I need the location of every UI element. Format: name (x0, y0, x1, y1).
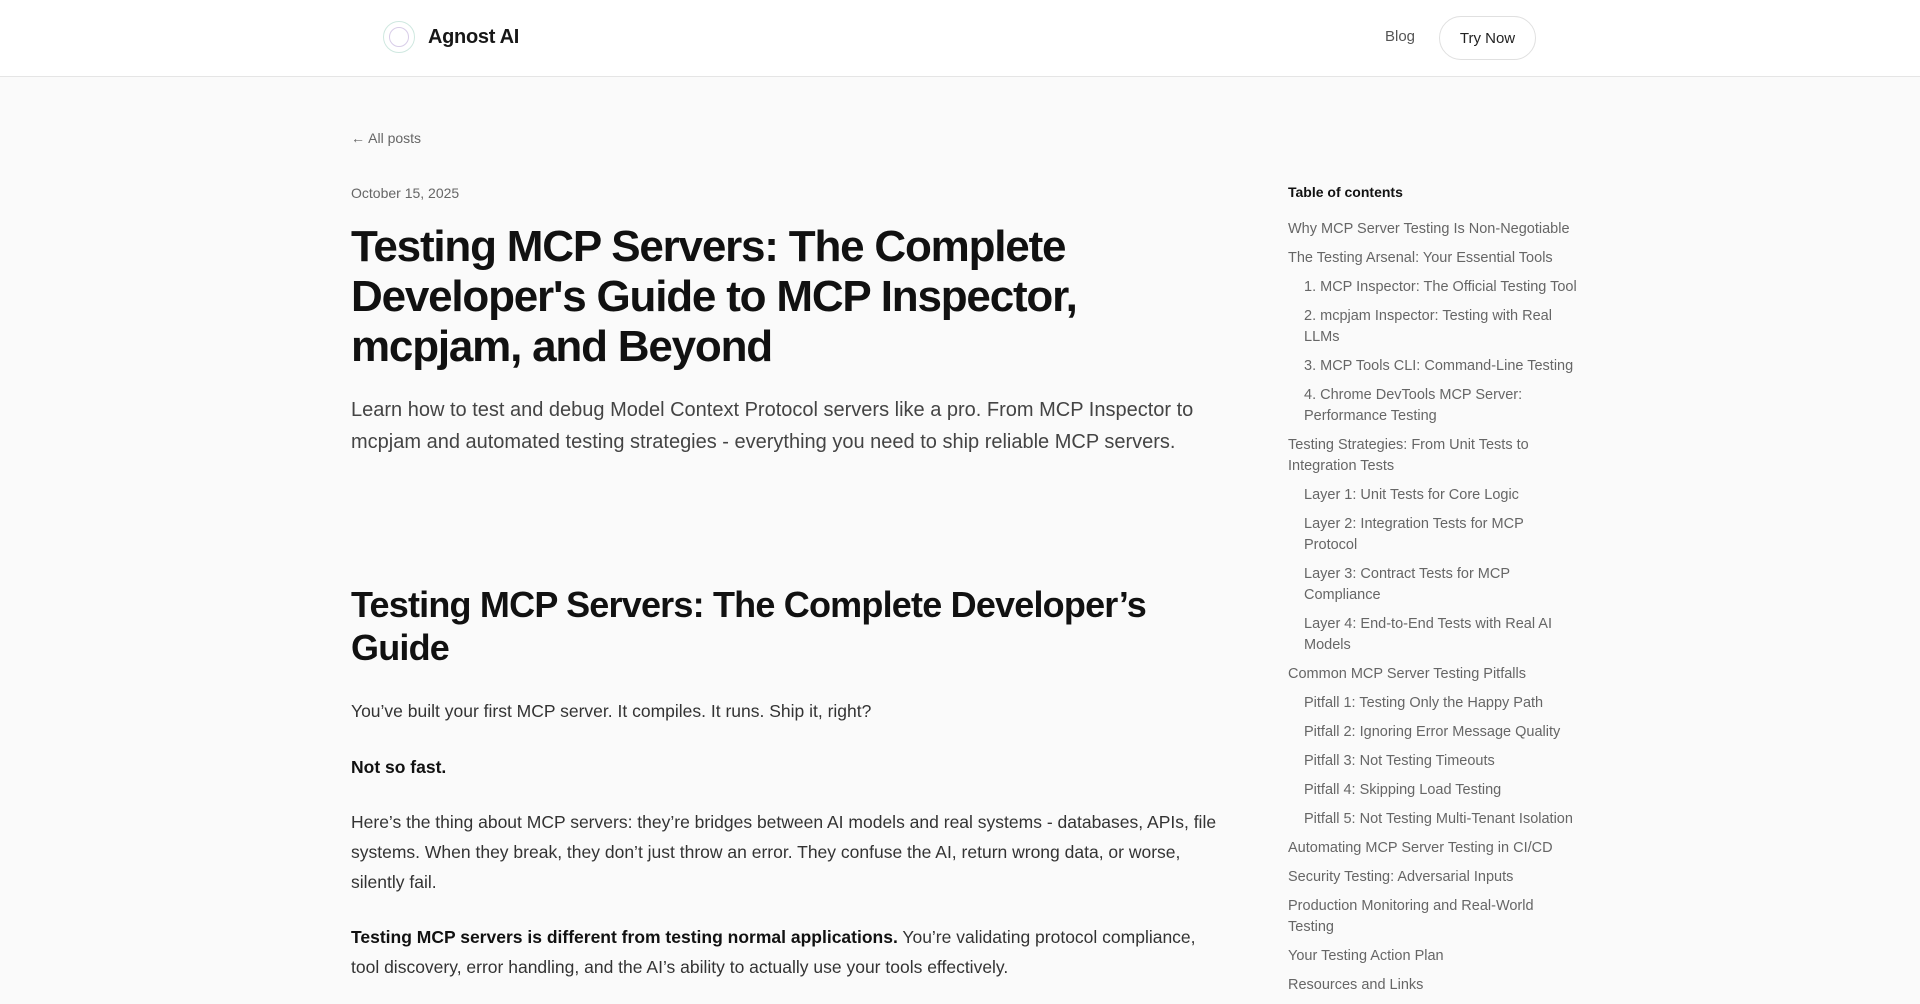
toc-item[interactable]: Pitfall 2: Ignoring Error Message Qualit… (1288, 722, 1578, 743)
toc-item[interactable]: Production Monitoring and Real-World Tes… (1288, 896, 1578, 938)
toc-item[interactable]: Layer 2: Integration Tests for MCP Proto… (1288, 514, 1578, 556)
post-title: Testing MCP Servers: The Complete Develo… (351, 222, 1078, 371)
toc-item[interactable]: Pitfall 1: Testing Only the Happy Path (1288, 693, 1578, 714)
toc-item[interactable]: Pitfall 3: Not Testing Timeouts (1288, 751, 1578, 772)
site-header: Agnost AI Blog Try Now (0, 0, 1920, 77)
toc-item[interactable]: 4. Chrome DevTools MCP Server: Performan… (1288, 385, 1578, 427)
toc-item[interactable]: Automating MCP Server Testing in CI/CD (1288, 838, 1578, 859)
toc-item[interactable]: Layer 1: Unit Tests for Core Logic (1288, 485, 1578, 506)
toc-item[interactable]: Security Testing: Adversarial Inputs (1288, 867, 1578, 888)
post-subtitle: Learn how to test and debug Model Contex… (351, 399, 1194, 453)
brand-name[interactable]: Agnost AI (428, 26, 519, 49)
toc-item[interactable]: Pitfall 4: Skipping Load Testing (1288, 780, 1578, 801)
toc-item[interactable]: 2. mcpjam Inspector: Testing with Real L… (1288, 306, 1578, 348)
toc-item[interactable]: Pitfall 5: Not Testing Multi-Tenant Isol… (1288, 809, 1578, 830)
section-heading: Testing MCP Servers: The Complete Develo… (351, 584, 1147, 668)
table-of-contents: Table of contents Why MCP Server Testing… (1288, 184, 1578, 1004)
toc-item[interactable]: Your Testing Action Plan (1288, 946, 1578, 967)
paragraph: You’ve built your first MCP server. It c… (351, 701, 872, 721)
toc-item[interactable]: Layer 4: End-to-End Tests with Real AI M… (1288, 614, 1578, 656)
paragraph: Testing MCP servers is different from te… (351, 922, 1221, 982)
toc-item[interactable]: The Testing Arsenal: Your Essential Tool… (1288, 248, 1578, 269)
paragraph: Not so fast. (351, 752, 1221, 782)
toc-item[interactable]: Common MCP Server Testing Pitfalls (1288, 664, 1578, 685)
logo-icon[interactable] (383, 21, 415, 53)
toc-item[interactable]: Testing Strategies: From Unit Tests to I… (1288, 435, 1578, 477)
all-posts-link[interactable]: ← All posts (351, 130, 421, 146)
bold-text: Not so fast. (351, 757, 447, 777)
toc-item[interactable]: 3. MCP Tools CLI: Command-Line Testing (1288, 356, 1578, 377)
toc-item[interactable]: Layer 3: Contract Tests for MCP Complian… (1288, 564, 1578, 606)
toc-item[interactable]: Why MCP Server Testing Is Non-Negotiable (1288, 219, 1578, 240)
toc-title: Table of contents (1288, 184, 1403, 200)
bold-text: Testing MCP servers is different from te… (351, 927, 898, 947)
post-date: October 15, 2025 (351, 185, 460, 201)
toc-item[interactable]: 1. MCP Inspector: The Official Testing T… (1288, 277, 1578, 298)
try-now-button[interactable]: Try Now (1439, 16, 1536, 60)
paragraph: Here’s the thing about MCP servers: they… (351, 812, 1217, 892)
nav-blog-link[interactable]: Blog (1385, 28, 1415, 45)
